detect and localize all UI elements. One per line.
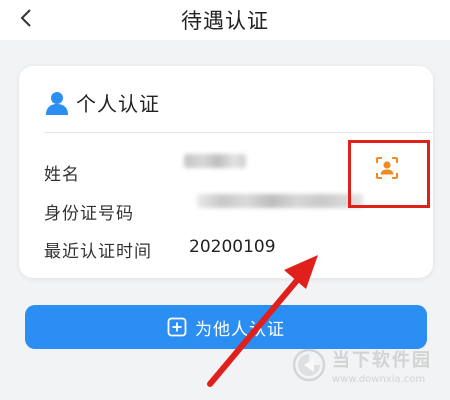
- watermark-url: www.downxia.com: [332, 373, 426, 385]
- id-number-value-redacted: [197, 194, 363, 208]
- card-title: 个人认证: [76, 92, 160, 116]
- watermark-text: 当下软件园 www.downxia.com: [332, 346, 432, 385]
- name-value-redacted: [184, 154, 246, 168]
- downxia-logo-icon: [292, 348, 326, 382]
- last-certification-time-label: 最近认证时间: [44, 242, 152, 262]
- id-number-label: 身份证号码: [44, 204, 134, 224]
- person-icon: [46, 91, 68, 115]
- divider: [44, 132, 433, 133]
- plus-square-icon: [167, 317, 187, 337]
- last-certification-time-value: 20200109: [189, 237, 276, 257]
- page-title: 待遇认证: [181, 9, 269, 33]
- name-label: 姓名: [44, 165, 80, 185]
- watermark: 当下软件园 www.downxia.com: [292, 340, 442, 390]
- certify-for-others-label: 为他人认证: [195, 319, 285, 340]
- face-scan-icon[interactable]: [375, 156, 399, 180]
- header-bar: 待遇认证: [0, 0, 450, 40]
- watermark-title: 当下软件园: [332, 349, 432, 371]
- card-header: 个人认证: [44, 88, 160, 117]
